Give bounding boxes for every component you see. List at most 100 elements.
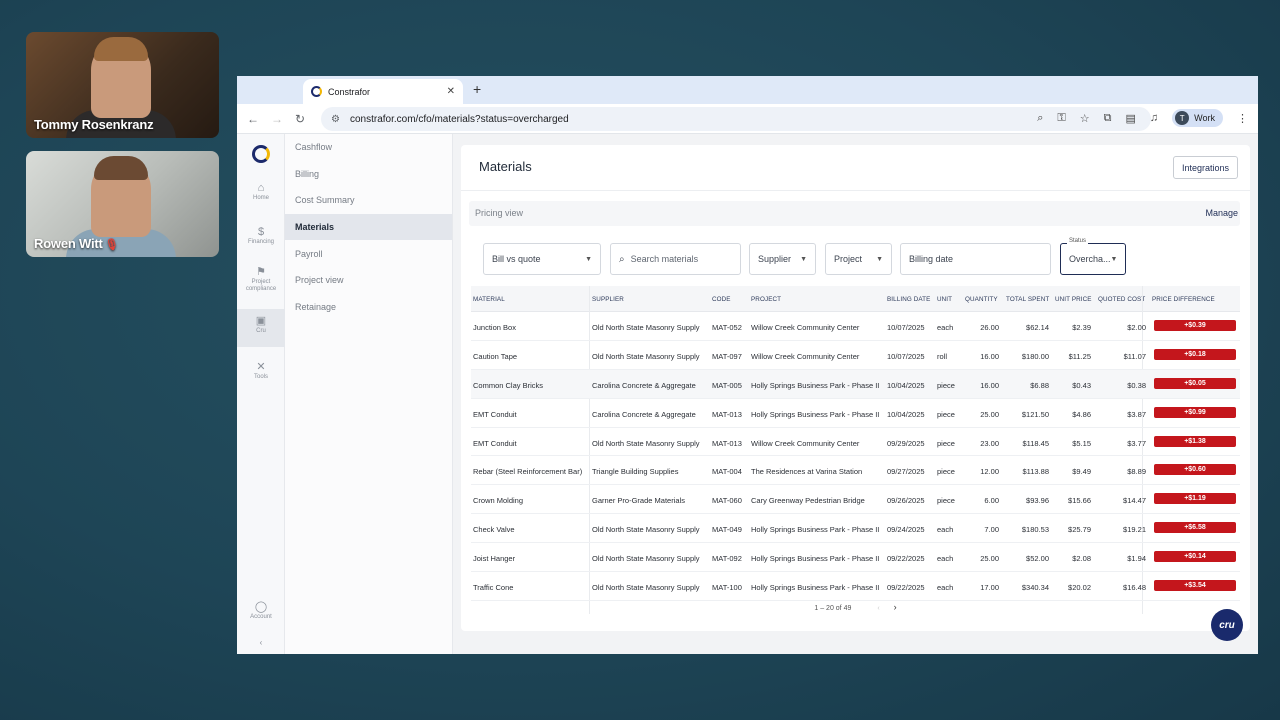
quoted-cost-cell: $1.94 [1127, 554, 1146, 564]
next-page-icon[interactable]: › [894, 602, 897, 612]
billing-date-filter[interactable]: Billing date [900, 243, 1051, 275]
project-cell: Willow Creek Community Center [751, 351, 860, 361]
constrafor-logo-icon[interactable] [252, 145, 270, 163]
subnav-item-cashflow[interactable]: Cashflow [285, 134, 452, 161]
status-filter-label: Status [1067, 238, 1089, 244]
materials-card: Materials Integrations Pricing view Mana… [461, 145, 1250, 631]
subnav-item-payroll[interactable]: Payroll [285, 240, 452, 267]
video-tile-rowen[interactable]: Rowen Witt 🎙 [26, 151, 219, 257]
more-menu-icon[interactable]: ⋮ [1237, 112, 1248, 125]
rail-item-home[interactable]: ⌂ Home [237, 182, 285, 210]
unit-price-cell: $0.43 [1072, 380, 1091, 390]
forward-icon[interactable]: → [271, 112, 295, 126]
material-cell: EMT Conduit [473, 438, 517, 448]
prev-page-icon[interactable]: ‹ [877, 605, 879, 612]
table-row[interactable]: EMT Conduit Old North State Masonry Suppl… [471, 428, 1240, 457]
subnav-item-project-view[interactable]: Project view [285, 267, 452, 294]
table-row[interactable]: Caution Tape Old North State Masonry Supp… [471, 341, 1240, 370]
search-input[interactable]: ⌕ Search materials [610, 243, 741, 275]
rail-item-financing[interactable]: $ Financing [237, 226, 285, 254]
back-icon[interactable]: ← [247, 112, 271, 126]
table-row[interactable]: EMT Conduit Carolina Concrete & Aggregate… [471, 399, 1240, 428]
column-header[interactable]: PRICE DIFFERENCE [1152, 296, 1215, 303]
project-cell: Holly Springs Business Park - Phase II [751, 380, 880, 390]
unit-cell: each [937, 323, 954, 332]
extensions-icon[interactable]: ⧉ [1104, 112, 1112, 125]
material-cell: Common Clay Bricks [473, 380, 544, 390]
total-spent-cell: $118.45 [1022, 438, 1049, 448]
table-row[interactable]: Traffic Cone Old North State Masonry Supp… [471, 572, 1240, 601]
project-cell: Willow Creek Community Center [751, 438, 860, 448]
subnav-item-cost-summary[interactable]: Cost Summary [285, 187, 452, 214]
subnav-item-materials[interactable]: Materials [285, 213, 452, 241]
status-filter[interactable]: Status Overcha... ▼ [1060, 238, 1126, 275]
rail-item-tools[interactable]: ✕ Tools [237, 360, 285, 388]
column-header[interactable]: QUOTED COST [1098, 296, 1145, 303]
manage-button[interactable]: Manage [1205, 208, 1238, 218]
total-spent-cell: $52.00 [1026, 554, 1049, 564]
quantity-cell: 16.00 [980, 351, 999, 361]
rail-label: Project compliance [245, 279, 277, 292]
rail-item-cru[interactable]: ▣ Cru [237, 309, 285, 347]
billing-date-cell: 09/27/2025 [887, 467, 925, 477]
supplier-cell: Garner Pro-Grade Materials [592, 496, 685, 506]
total-spent-cell: $62.14 [1026, 323, 1049, 332]
code-cell: MAT-052 [712, 323, 742, 332]
column-header[interactable]: CODE [712, 296, 731, 303]
table-row[interactable]: Check Valve Old North State Masonry Suppl… [471, 514, 1240, 544]
subnav-item-billing[interactable]: Billing [285, 161, 452, 188]
column-header[interactable]: PROJECT [751, 296, 781, 303]
column-header[interactable]: MATERIAL [473, 296, 505, 303]
reading-list-icon[interactable]: ▤ [1126, 112, 1136, 125]
supplier-cell: Triangle Building Supplies [592, 467, 679, 477]
profile-button[interactable]: T Work [1172, 109, 1223, 127]
participant-name: Tommy Rosenkranz [34, 117, 154, 132]
cru-assistant-button[interactable]: cru [1211, 609, 1243, 641]
media-control-icon[interactable]: ♫ [1150, 112, 1158, 124]
rail-item-compliance[interactable]: ⚑ Project compliance [237, 265, 285, 301]
column-header[interactable]: UNIT PRICE [1055, 296, 1092, 303]
bookmark-star-icon[interactable]: ☆ [1080, 112, 1090, 125]
table-row[interactable]: Joist Hanger Old North State Masonry Supp… [471, 543, 1240, 573]
integrations-button[interactable]: Integrations [1172, 156, 1238, 179]
supplier-filter[interactable]: Supplier ▼ [749, 243, 816, 275]
unit-price-cell: $25.79 [1068, 525, 1091, 535]
close-tab-icon[interactable]: ✕ [447, 86, 455, 97]
table-row[interactable]: Common Clay Bricks Carolina Concrete & Ag… [471, 369, 1240, 399]
column-header[interactable]: BILLING DATE [887, 296, 930, 303]
total-spent-cell: $6.88 [1030, 380, 1049, 390]
new-tab-icon[interactable]: + [473, 81, 481, 97]
browser-window: Constrafor ✕ + ← → ↻ ⚙ constrafor.com/cf… [237, 76, 1258, 654]
table-row[interactable]: Junction Box Old North State Masonry Supp… [471, 312, 1240, 341]
subnav-item-retainage[interactable]: Retainage [285, 294, 452, 321]
table-row[interactable]: Crown Molding Garner Pro-Grade Materials M… [471, 485, 1240, 515]
video-tile-tommy[interactable]: Tommy Rosenkranz [26, 32, 219, 138]
divider [461, 190, 1250, 191]
code-cell: MAT-097 [712, 351, 742, 361]
password-key-icon[interactable]: ⚿ [1057, 112, 1065, 125]
sub-navigation: Cashflow Billing Cost Summary Materials … [285, 134, 453, 654]
zoom-icon[interactable]: ⌕ [1037, 112, 1043, 125]
collapse-rail-button[interactable]: ‹ [237, 638, 285, 650]
browser-tab[interactable]: Constrafor ✕ [303, 79, 463, 104]
reload-icon[interactable]: ↻ [295, 112, 319, 126]
table-row[interactable]: Rebar (Steel Reinforcement Bar) Triangle … [471, 456, 1240, 486]
quoted-cost-cell: $19.21 [1123, 525, 1146, 535]
view-select[interactable]: Bill vs quote ▼ [483, 243, 601, 275]
rail-item-account[interactable]: ◯ Account [237, 600, 285, 628]
project-cell: Holly Springs Business Park - Phase II [751, 409, 880, 419]
participant-name-container: Rowen Witt 🎙 [34, 236, 119, 251]
billing-date-cell: 09/29/2025 [887, 438, 925, 448]
column-header[interactable]: UNIT [937, 296, 952, 303]
supplier-cell: Carolina Concrete & Aggregate [592, 380, 696, 390]
url-bar[interactable]: ⚙ constrafor.com/cfo/materials?status=ov… [321, 107, 1151, 131]
column-header[interactable]: QUANTITY [965, 296, 998, 303]
site-settings-icon[interactable]: ⚙ [331, 114, 340, 125]
column-header[interactable]: SUPPLIER [592, 296, 624, 303]
project-filter-label: Project [834, 254, 863, 264]
column-header[interactable]: TOTAL SPENT [1006, 296, 1049, 303]
project-filter[interactable]: Project ▼ [825, 243, 892, 275]
quoted-cost-cell: $16.48 [1123, 583, 1146, 593]
participant-video [94, 37, 148, 61]
price-difference-badge: +$0.05 [1154, 377, 1236, 389]
